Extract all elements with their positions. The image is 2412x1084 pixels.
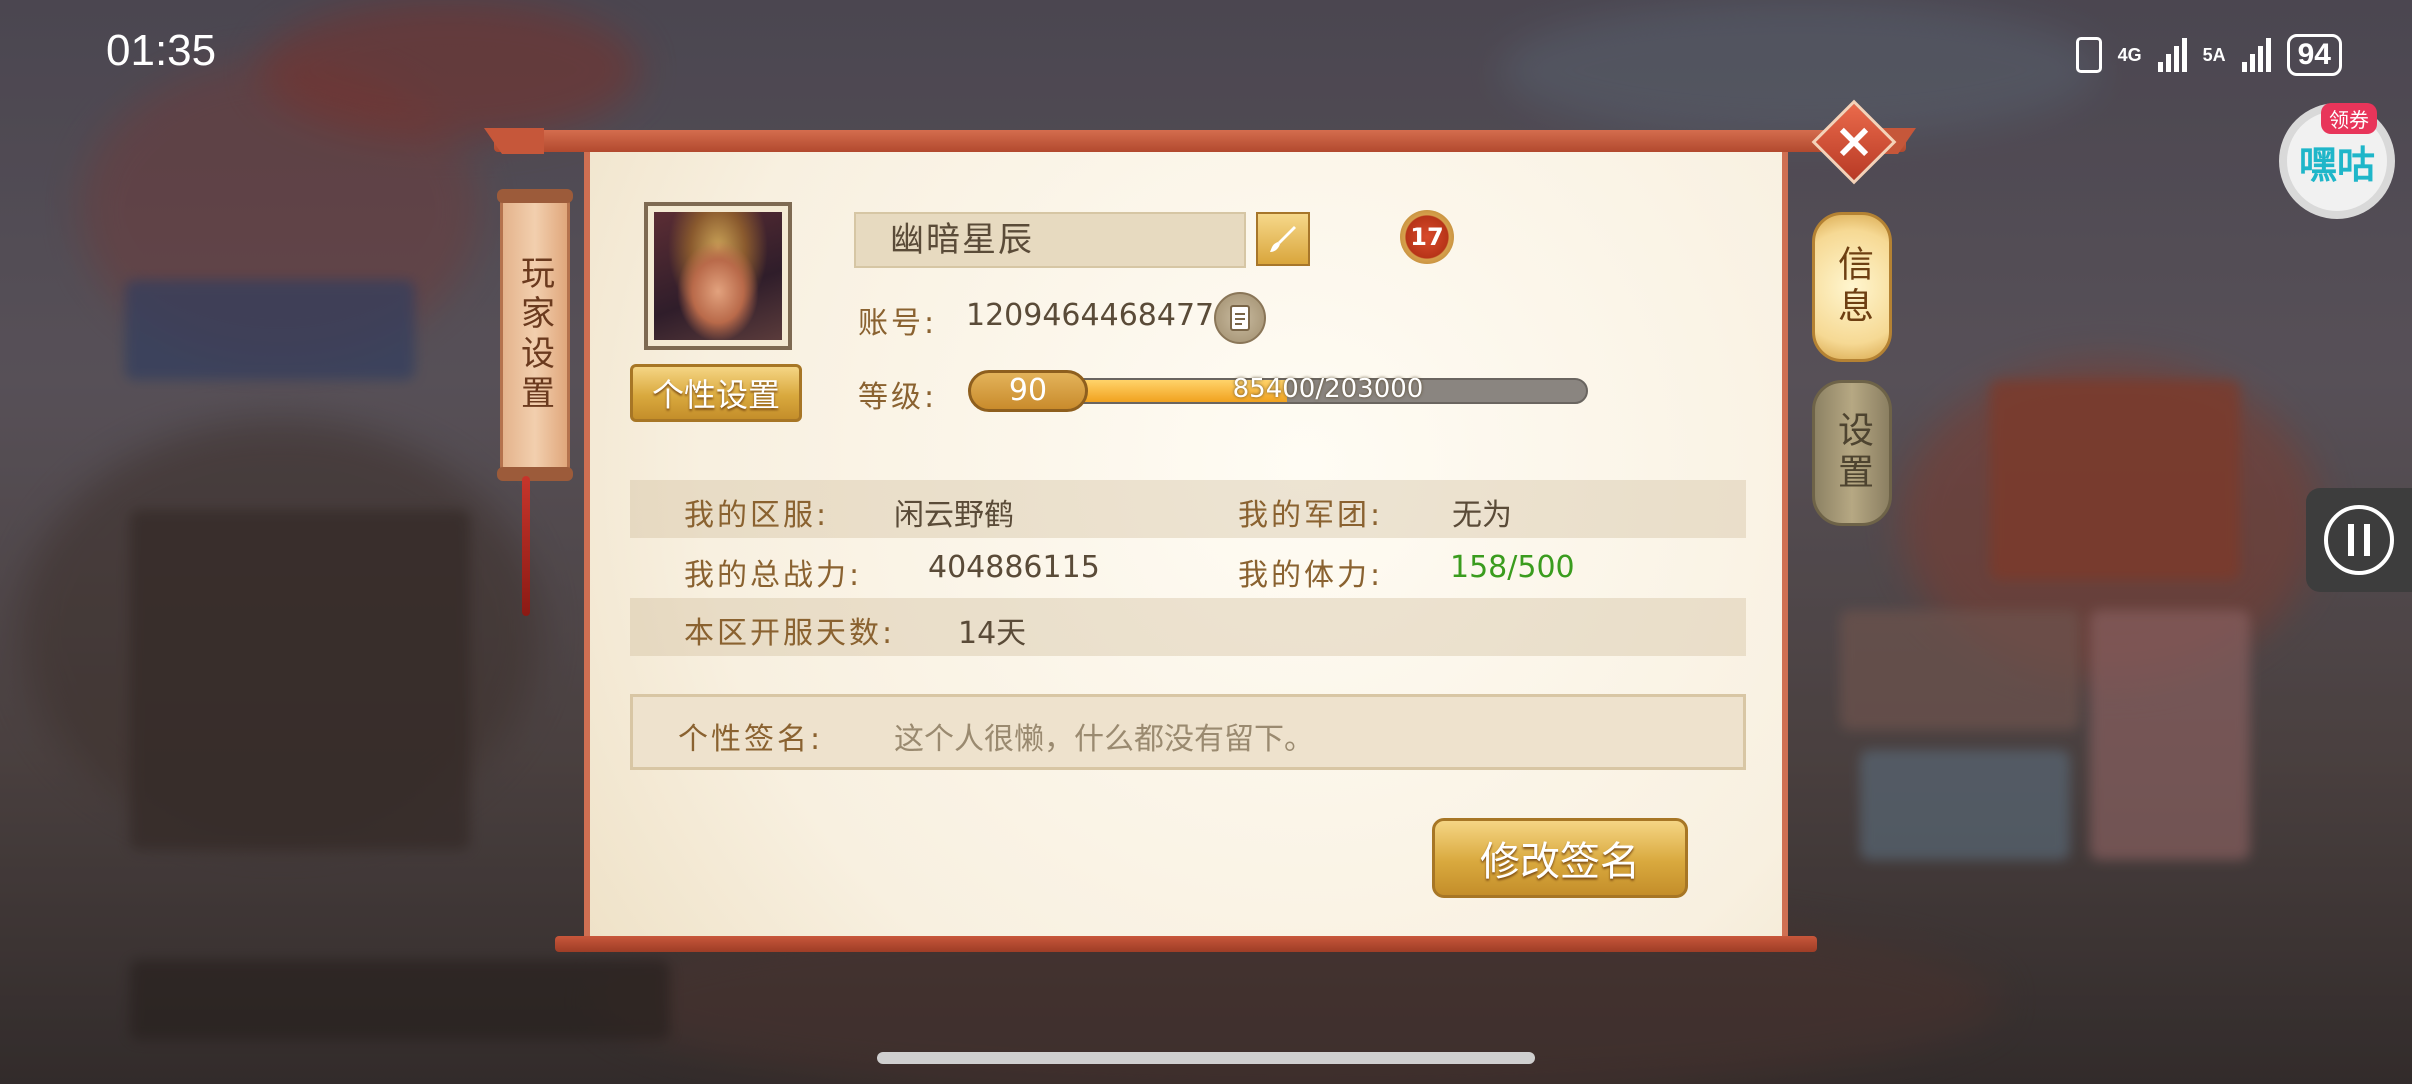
avatar-frame[interactable] xyxy=(644,202,792,350)
scroll-rod-bottom xyxy=(555,936,1817,952)
edit-name-button[interactable] xyxy=(1256,212,1310,266)
signal-icon-2 xyxy=(2241,38,2271,72)
network-4g-label: 4G xyxy=(2117,45,2142,65)
close-icon[interactable]: × xyxy=(1824,110,1884,172)
avatar xyxy=(654,212,782,340)
pause-icon xyxy=(2324,505,2394,575)
account-id: 12094644684778 xyxy=(966,298,1234,333)
legion-value: 无为 xyxy=(1452,498,1512,533)
hegu-label: 嘿咕 xyxy=(2298,142,2375,187)
tab-player-settings-label: 玩家设置 xyxy=(514,255,555,415)
copy-account-button[interactable] xyxy=(1214,292,1266,344)
battery-indicator: 94 xyxy=(2286,34,2342,76)
stamina-value: 158/500 xyxy=(1450,550,1575,585)
signature-text: 这个人很懒，什么都没有留下。 xyxy=(894,722,1314,757)
personal-settings-button[interactable]: 个性设置 xyxy=(630,364,802,422)
tab-settings-label: 设置 xyxy=(1832,411,1873,495)
pause-button[interactable] xyxy=(2306,488,2412,592)
home-indicator[interactable] xyxy=(877,1052,1535,1064)
account-label: 账号: xyxy=(858,306,938,341)
server-days-label: 本区开服天数: xyxy=(684,616,896,651)
network-5a-label: 5A xyxy=(2202,45,2226,65)
tab-info-label: 信息 xyxy=(1832,245,1873,329)
tassel-decoration xyxy=(522,476,530,616)
scroll-rod-top xyxy=(494,130,1906,152)
power-label: 我的总战力: xyxy=(684,558,863,593)
status-time: 01:35 xyxy=(106,26,217,75)
signal-icon xyxy=(2157,38,2187,72)
player-name: 幽暗星辰 xyxy=(854,212,1246,268)
exp-text: 85400/203000 xyxy=(1232,374,1424,404)
copy-icon xyxy=(1230,305,1250,331)
legion-label: 我的军团: xyxy=(1238,498,1384,533)
tab-info[interactable]: 信息 xyxy=(1812,212,1892,362)
brush-icon xyxy=(1270,226,1296,252)
tab-player-settings[interactable]: 玩家设置 xyxy=(497,189,573,481)
coupon-tag: 领券 xyxy=(2321,103,2377,134)
vibrate-icon xyxy=(2075,37,2102,73)
level-label: 等级: xyxy=(858,380,938,415)
server-days-value: 14天 xyxy=(958,616,1027,651)
signature-label: 个性签名: xyxy=(678,722,824,757)
server-label: 我的区服: xyxy=(684,498,830,533)
stamina-label: 我的体力: xyxy=(1238,558,1384,593)
power-value: 404886115 xyxy=(928,550,1100,585)
tab-settings[interactable]: 设置 xyxy=(1812,380,1892,526)
hegu-floating-button[interactable]: 领券 嘿咕 xyxy=(2279,103,2395,219)
vip-badge: 17 xyxy=(1400,210,1454,264)
edit-signature-button[interactable]: 修改签名 xyxy=(1432,818,1688,898)
server-value: 闲云野鹤 xyxy=(894,498,1014,533)
status-indicators: 4G 5A 94 xyxy=(2075,34,2342,76)
